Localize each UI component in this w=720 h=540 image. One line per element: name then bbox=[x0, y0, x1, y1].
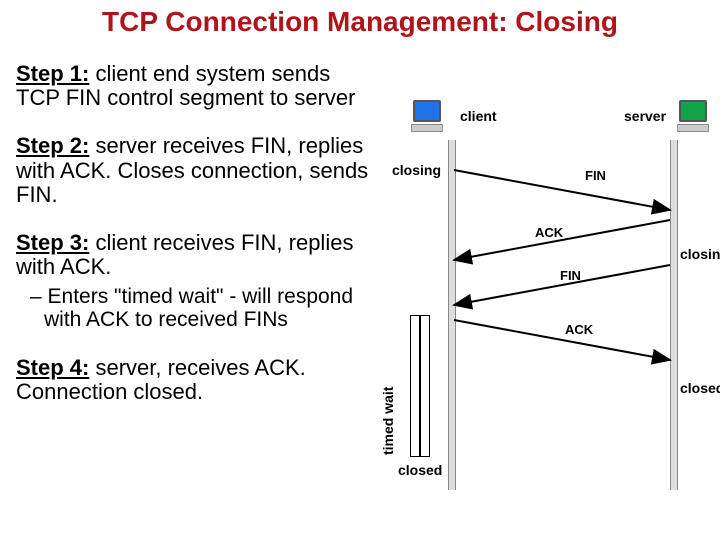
slide: TCP Connection Management: Closing Step … bbox=[0, 0, 720, 540]
step-1-head: Step 1: bbox=[16, 61, 89, 86]
step-4-head: Step 4: bbox=[16, 355, 89, 380]
slide-title: TCP Connection Management: Closing bbox=[0, 6, 720, 38]
msg-ack-1: ACK bbox=[535, 225, 563, 240]
msg-fin-1: FIN bbox=[585, 168, 606, 183]
step-4: Step 4: server, receives ACK. Connection… bbox=[16, 356, 376, 404]
steps-column: Step 1: client end system sends TCP FIN … bbox=[16, 62, 376, 428]
step-1: Step 1: client end system sends TCP FIN … bbox=[16, 62, 376, 110]
sequence-diagram: client server timed wait closing closing… bbox=[380, 90, 710, 510]
step-3-head: Step 3: bbox=[16, 230, 89, 255]
step-3-sub: Enters "timed wait" - will respond with … bbox=[44, 285, 376, 331]
message-arrows bbox=[380, 90, 710, 510]
step-3: Step 3: client receives FIN, replies wit… bbox=[16, 231, 376, 332]
step-2-head: Step 2: bbox=[16, 133, 89, 158]
msg-fin-2: FIN bbox=[560, 268, 581, 283]
step-2: Step 2: server receives FIN, replies wit… bbox=[16, 134, 376, 207]
msg-ack-2: ACK bbox=[565, 322, 593, 337]
